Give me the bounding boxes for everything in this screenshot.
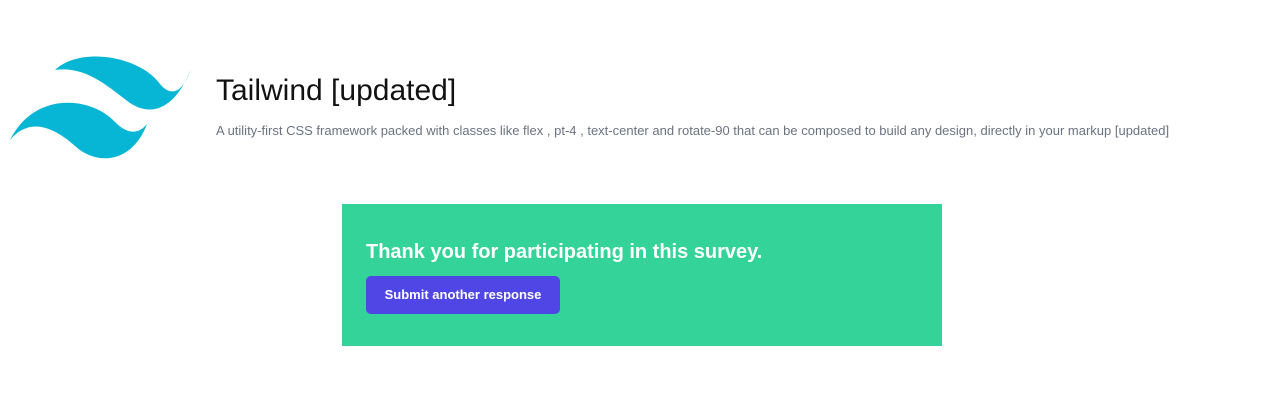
page-subtitle: A utility-first CSS framework packed wit… [216,123,1170,138]
page-header: Tailwind [updated] A utility-first CSS f… [0,0,1286,180]
tailwind-logo-icon [10,52,191,161]
survey-confirmation-panel: Thank you for participating in this surv… [342,204,942,346]
page: Tailwind [updated] A utility-first CSS f… [0,0,1286,404]
submit-another-response-button[interactable]: Submit another response [366,276,560,314]
page-title: Tailwind [updated] [216,74,457,107]
survey-thank-you-message: Thank you for participating in this surv… [366,241,763,263]
